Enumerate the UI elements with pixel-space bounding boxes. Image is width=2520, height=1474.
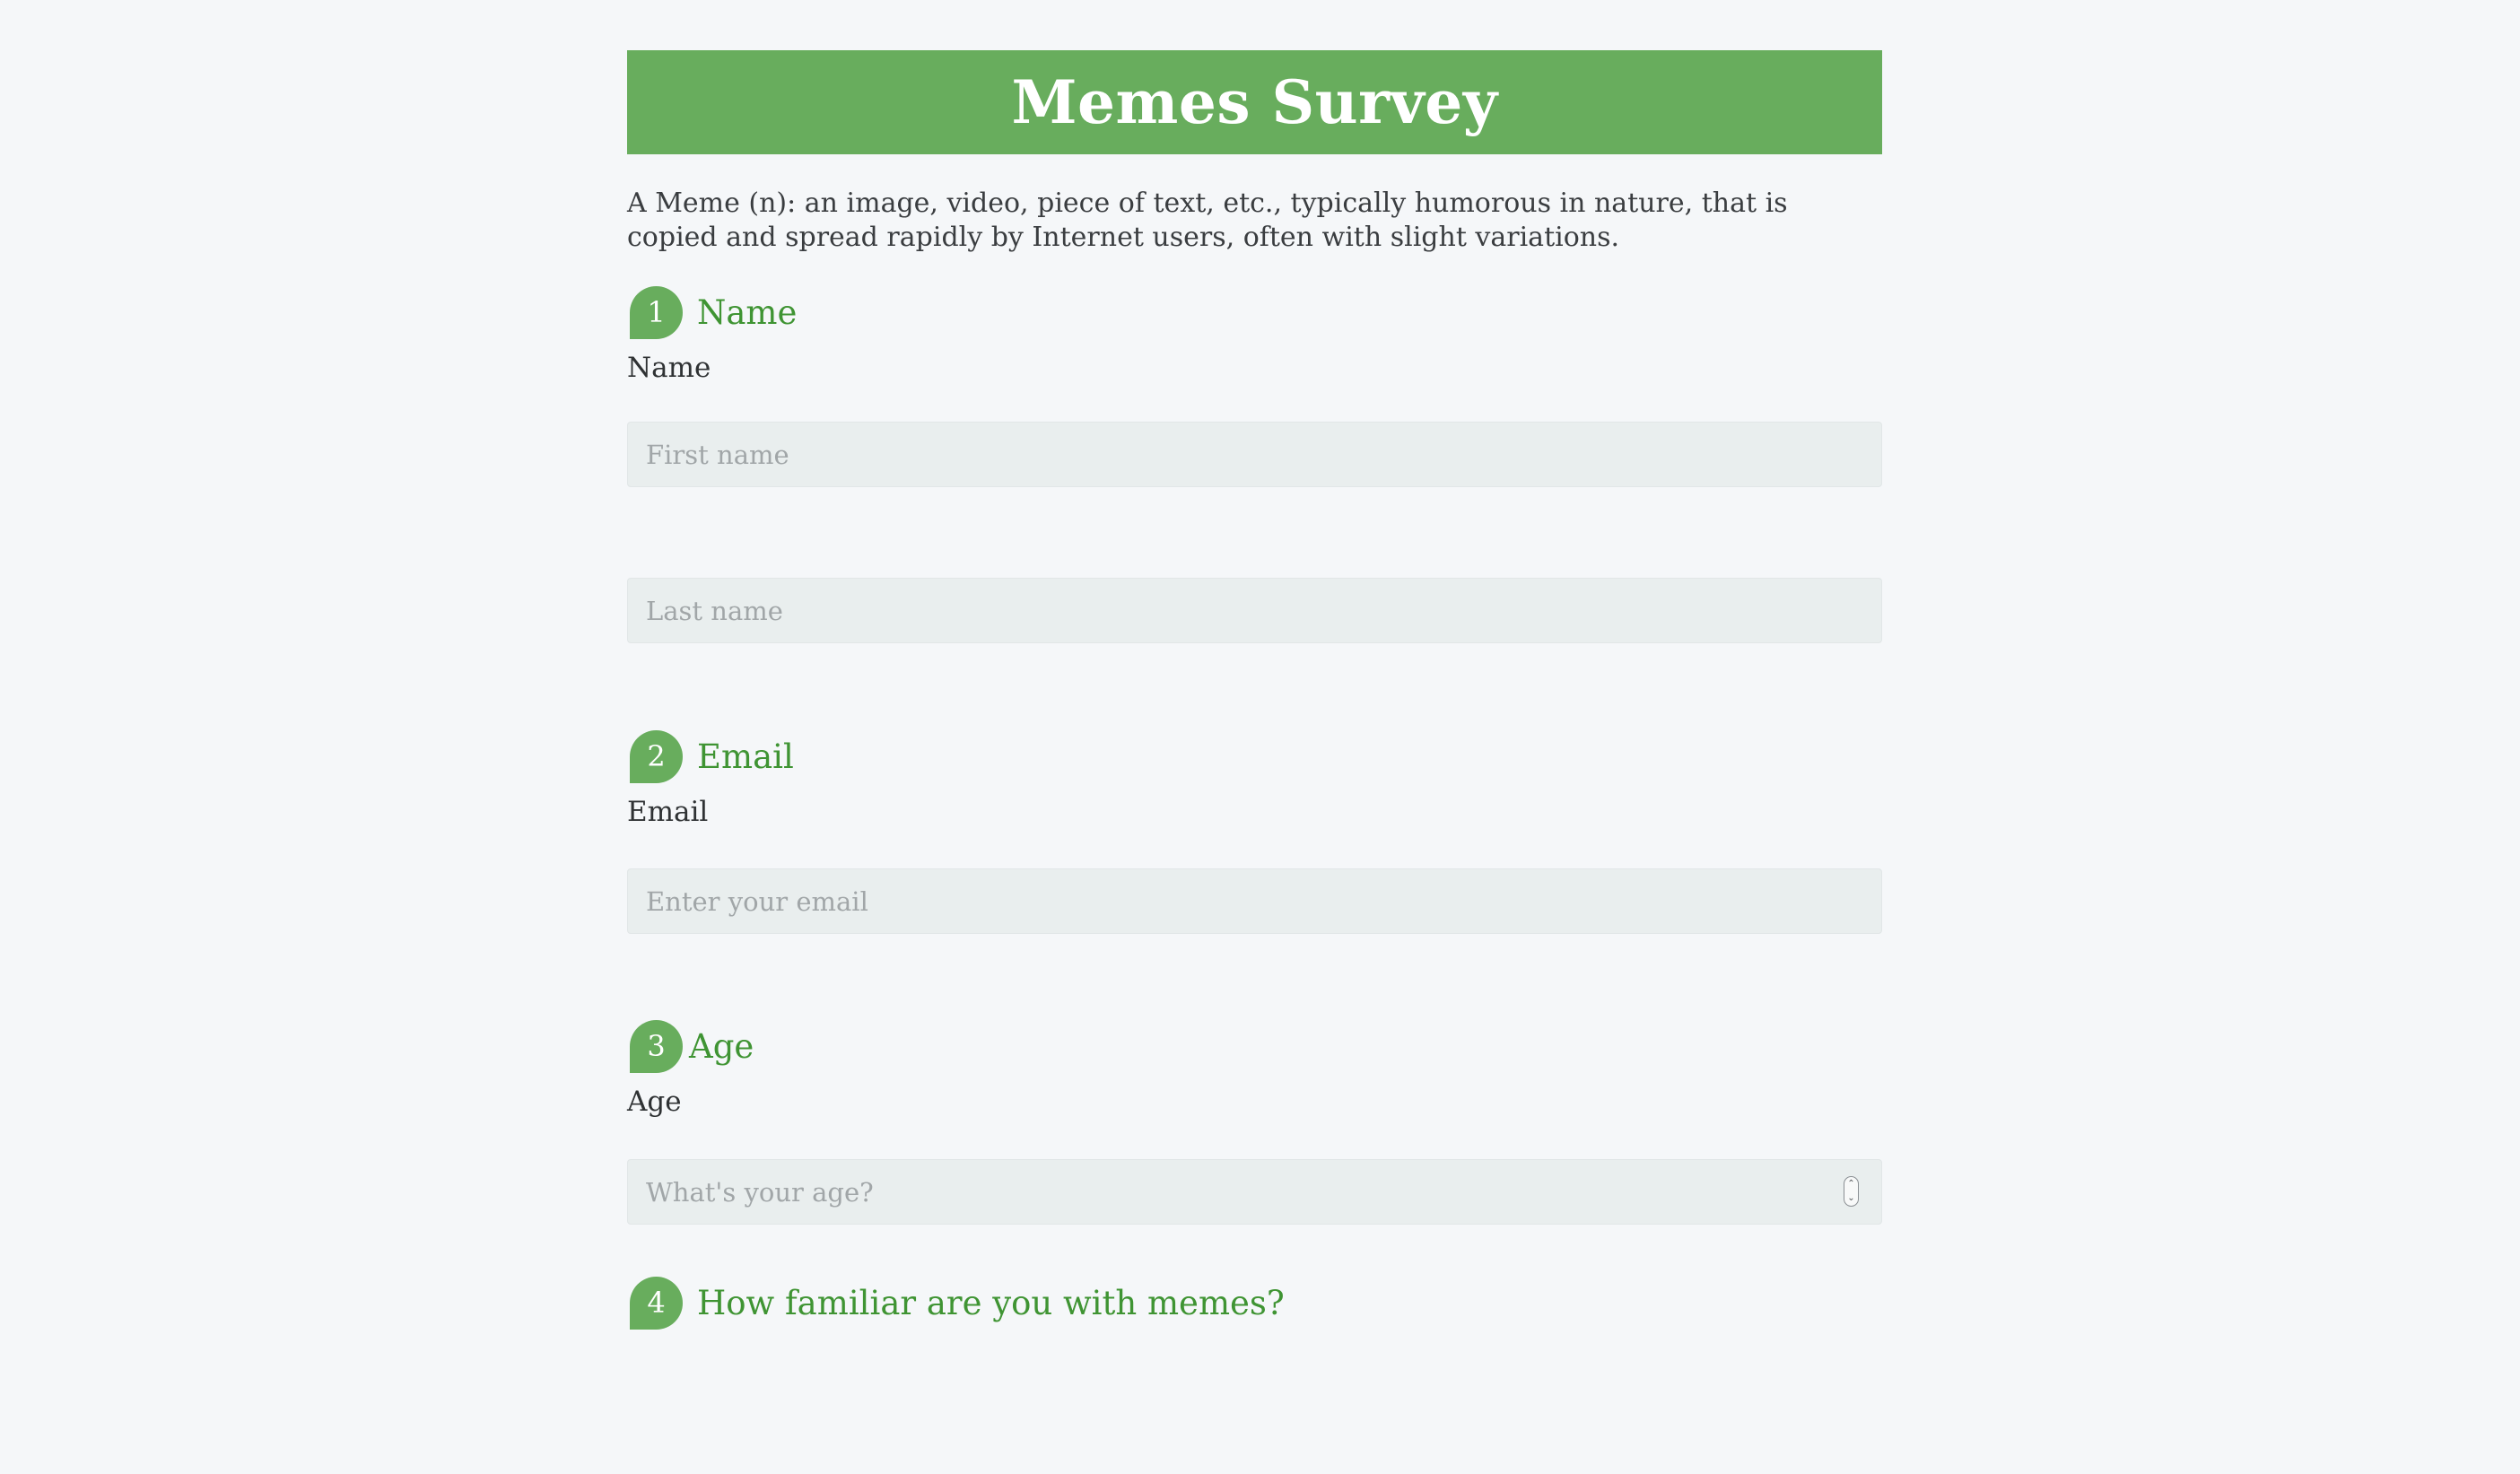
question-header: 4 How familiar are you with memes? bbox=[627, 1276, 1882, 1330]
intro-text: A Meme (n): an image, video, piece of te… bbox=[627, 188, 1788, 253]
age-input-wrapper: ⌃ ⌄ bbox=[627, 1159, 1882, 1225]
question-number-badge: 2 bbox=[630, 729, 683, 783]
question-number-badge: 3 bbox=[630, 1019, 683, 1073]
question-title: How familiar are you with memes? bbox=[697, 1283, 1285, 1322]
email-input[interactable] bbox=[627, 868, 1882, 934]
question-number-badge: 4 bbox=[630, 1276, 683, 1330]
last-name-input[interactable] bbox=[627, 578, 1882, 643]
question-header: 2 Email bbox=[627, 729, 1882, 783]
question-title: Age bbox=[689, 1026, 754, 1066]
email-field-label: Email bbox=[627, 796, 709, 828]
question-header: 1 Name bbox=[627, 285, 1882, 339]
question-familiarity: 4 How familiar are you with memes? bbox=[627, 1276, 1882, 1330]
name-field-label: Name bbox=[627, 352, 711, 384]
question-age: 3 Age Age ⌃ ⌄ bbox=[627, 1019, 1882, 1225]
age-field-label: Age bbox=[627, 1086, 682, 1118]
question-email: 2 Email Email bbox=[627, 729, 1882, 934]
page-title: Memes Survey bbox=[1011, 67, 1498, 137]
question-title: Name bbox=[697, 292, 798, 332]
first-name-input[interactable] bbox=[627, 422, 1882, 487]
chevron-up-icon[interactable]: ⌃ bbox=[1847, 1180, 1854, 1189]
question-name: 1 Name Name bbox=[627, 285, 1882, 643]
number-stepper-icon[interactable]: ⌃ ⌄ bbox=[1844, 1176, 1859, 1207]
chevron-down-icon[interactable]: ⌄ bbox=[1847, 1194, 1854, 1203]
question-number-badge: 1 bbox=[630, 285, 683, 339]
age-input[interactable] bbox=[627, 1159, 1882, 1225]
survey-form: Memes Survey A Meme (n): an image, video… bbox=[627, 50, 1882, 1330]
question-title: Email bbox=[697, 737, 794, 776]
title-banner: Memes Survey bbox=[627, 50, 1882, 154]
question-header: 3 Age bbox=[627, 1019, 1882, 1073]
